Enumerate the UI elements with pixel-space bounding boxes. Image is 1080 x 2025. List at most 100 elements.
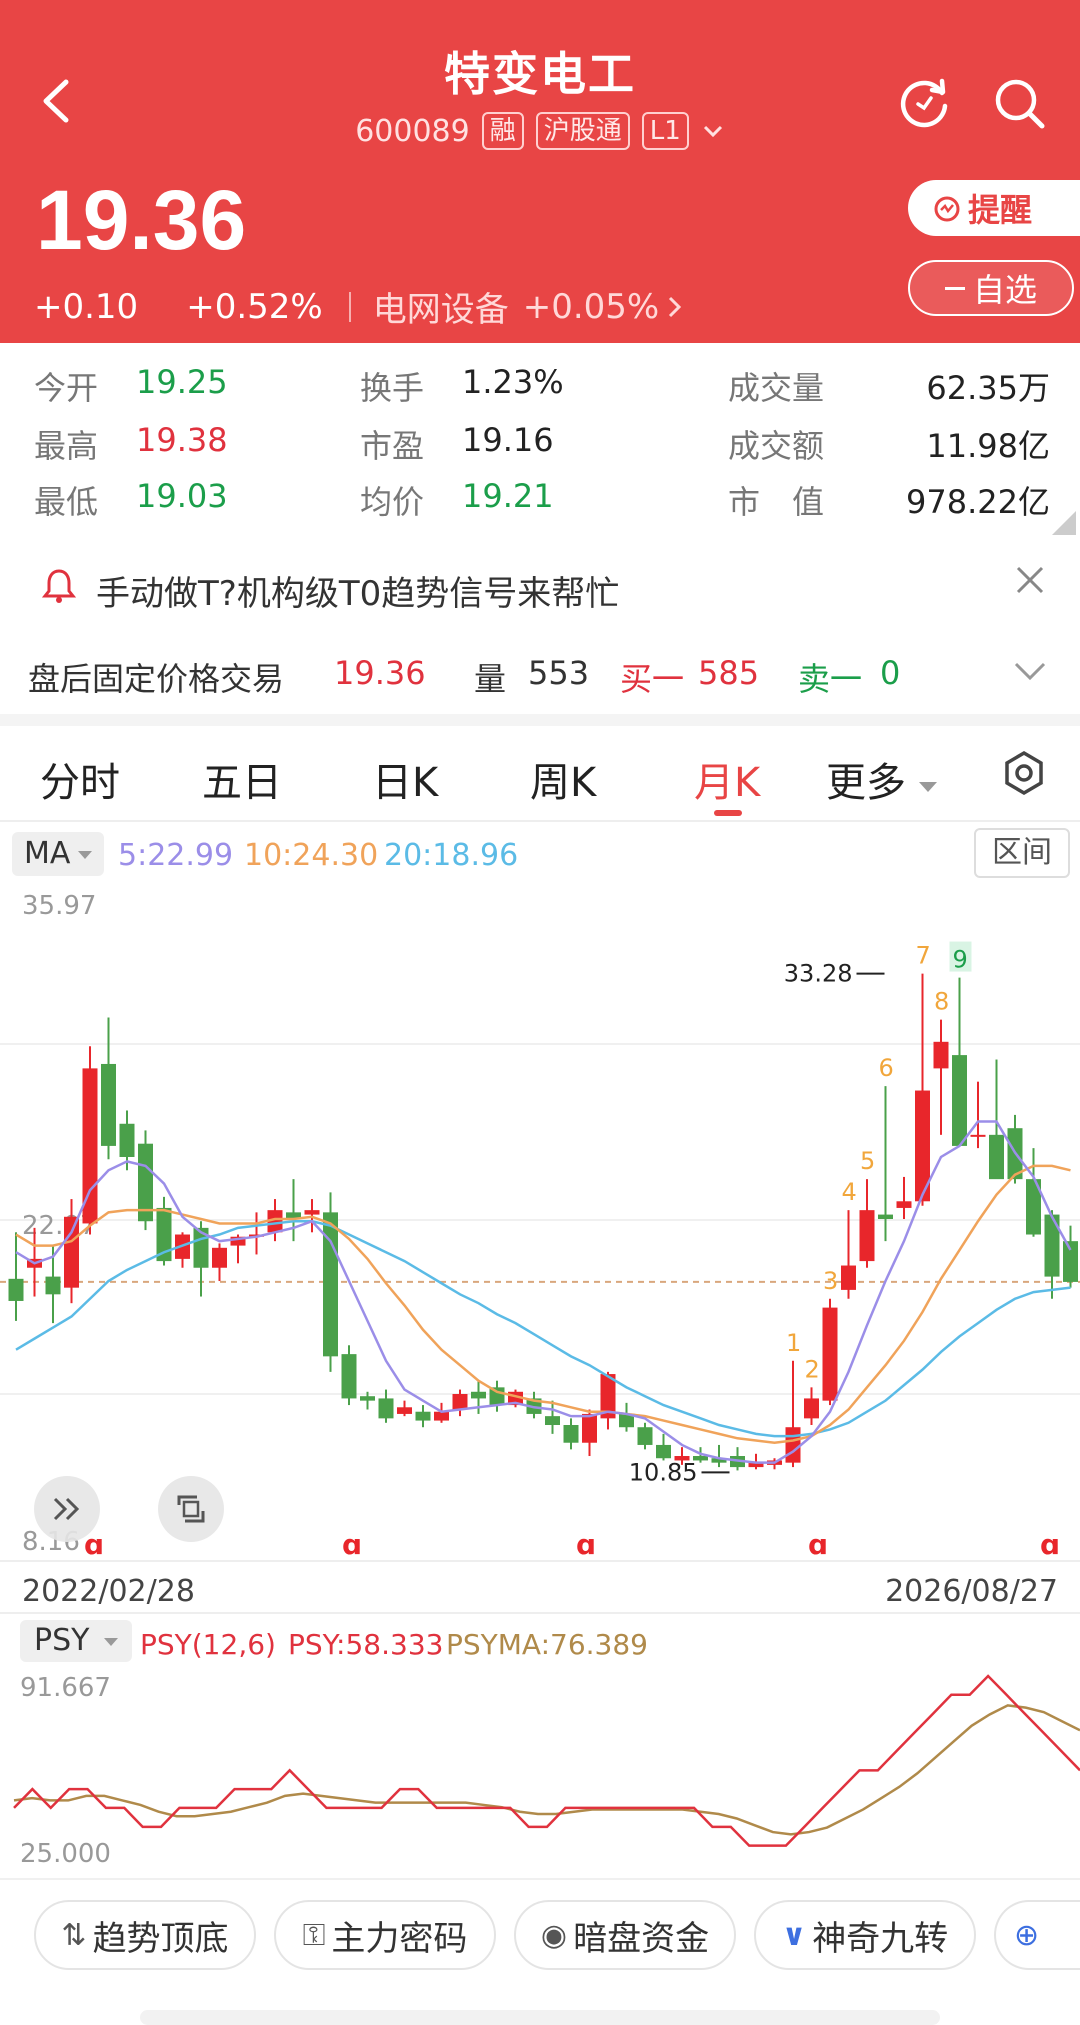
stat-volume: 成交量 62.35万 — [728, 369, 1050, 407]
psy-max-label: 91.667 — [20, 1673, 111, 1703]
nine-turn-label: 3 — [823, 1267, 838, 1295]
candle-body — [119, 1123, 135, 1157]
psy-value: PSY:58.333 — [288, 1628, 444, 1661]
promo-banner[interactable]: 手动做T?机构级T0趋势信号来帮忙 — [0, 542, 1080, 630]
settings-icon[interactable] — [1002, 750, 1046, 796]
candle-body — [212, 1247, 227, 1268]
ma-selector[interactable]: MA — [12, 832, 104, 876]
active-tab-indicator — [714, 810, 742, 816]
trend-top-bottom-button[interactable]: ⇅ 趋势顶底 — [34, 1900, 256, 1970]
candle-body — [859, 1210, 875, 1262]
fullscreen-button[interactable] — [158, 1476, 224, 1542]
expand-panel-button[interactable] — [34, 1476, 100, 1542]
minus-icon — [944, 286, 965, 290]
more-tools-button[interactable]: ⊕ — [994, 1900, 1080, 1970]
tab-monthly-k[interactable]: 月K — [694, 750, 760, 808]
tab-intraday[interactable]: 分时 — [40, 750, 120, 808]
nine-turn-label: 6 — [879, 1054, 894, 1082]
stat-pe: 市盈 19.16 — [360, 421, 554, 465]
candle-body — [434, 1411, 449, 1421]
candle-body — [970, 1134, 986, 1137]
psy-min-label: 25.000 — [20, 1839, 111, 1869]
sector-name[interactable]: 电网设备 — [373, 282, 509, 331]
candle-body — [582, 1413, 597, 1443]
psy-selector[interactable]: PSY — [20, 1620, 132, 1662]
stock-code: 600089 — [355, 113, 470, 149]
fullscreen-icon — [177, 1495, 205, 1523]
year-marker: ɑ — [1040, 1528, 1060, 1560]
after-hours-row[interactable]: 盘后固定价格交易 19.36 量 553 买一 585 卖一 0 — [0, 632, 1080, 714]
tab-five-day[interactable]: 五日 — [202, 750, 282, 808]
ask-label: 卖一 — [798, 660, 863, 698]
after-hours-label: 盘后固定价格交易 — [28, 660, 285, 698]
ma10-value: 10:24.30 — [244, 838, 379, 873]
kline-chart[interactable]: 35.978.1622.0712345678933.2810.85ɑ ɑ ɑ ɑ ɑ — [0, 884, 1080, 1560]
home-indicator — [140, 2010, 940, 2025]
candle-body — [64, 1216, 79, 1288]
double-chevron-right-icon — [53, 1497, 80, 1521]
candle-body — [304, 1210, 320, 1215]
candle-body — [637, 1427, 653, 1445]
alarm-icon — [934, 196, 960, 222]
watchlist-button[interactable]: 自选 — [908, 260, 1074, 316]
low-price-marker: 10.85 — [629, 1458, 698, 1486]
stock-header: 特变电工 600089 融 沪股通 L1 19.36 +0.10 +0.52% … — [0, 0, 1080, 343]
dark-pool-button[interactable]: ◉ 暗盘资金 — [514, 1900, 736, 1970]
nine-turn-label: 9 — [953, 946, 968, 974]
candle-body — [452, 1393, 468, 1410]
up-down-arrows-icon: ⇅ — [61, 1917, 87, 1953]
range-button[interactable]: 区间 — [974, 828, 1070, 878]
chevron-down-icon[interactable] — [1010, 654, 1050, 690]
divider — [348, 291, 351, 322]
high-price-marker: 33.28 — [784, 960, 853, 988]
date-range-row: 2022/02/28 2026/08/27 — [0, 1560, 1080, 1612]
remind-button[interactable]: 提醒 — [908, 180, 1080, 236]
stat-high: 最高 19.38 — [34, 421, 228, 465]
chart-period-tabs: 分时 五日 日K 周K 月K 更多 — [0, 726, 1080, 822]
tab-daily-k[interactable]: 日K — [372, 750, 438, 808]
current-price: 19.36 — [36, 173, 247, 267]
ask-value: 0 — [880, 654, 901, 692]
tab-more[interactable]: 更多 — [826, 750, 940, 808]
candle-body — [101, 1063, 116, 1146]
candle-body — [1063, 1241, 1078, 1282]
close-icon[interactable] — [1012, 562, 1048, 598]
psy-params: PSY(12,6) — [140, 1628, 276, 1661]
refresh-icon[interactable] — [898, 76, 952, 130]
chevron-right-icon[interactable] — [665, 294, 685, 320]
candle-body — [563, 1425, 579, 1443]
quote-stats: 今开 19.25 最高 19.38 最低 19.03 换手 1.23% 市盈 19.16 … — [0, 343, 1080, 538]
watch-label: 自选 — [972, 271, 1037, 309]
trend-label: 趋势顶底 — [92, 1918, 229, 1959]
feature-toolbar: ⇅ 趋势顶底 ⚿ 主力密码 ◉ 暗盘资金 ∨ 神奇九转 ⊕ — [0, 1878, 1080, 1988]
psy-chart[interactable]: 91.667 25.000 — [0, 1666, 1080, 1876]
nine-turn-button[interactable]: ∨ 神奇九转 — [754, 1900, 976, 1970]
candle-body — [933, 1041, 949, 1069]
candle-body — [378, 1398, 394, 1419]
after-hours-price: 19.36 — [334, 654, 426, 692]
level-tag[interactable]: L1 — [641, 112, 689, 150]
start-date: 2022/02/28 — [22, 1574, 195, 1609]
nine-turn-label: 8 — [934, 988, 949, 1016]
ma5-line — [15, 1120, 1072, 1464]
chevron-down-icon[interactable] — [701, 121, 725, 141]
nine-turn-label: 5 — [860, 1147, 875, 1175]
stat-market-cap: 市 值 978.22亿 — [728, 483, 1050, 521]
stat-amount: 成交额 11.98亿 — [728, 427, 1050, 465]
candle-body — [415, 1411, 431, 1421]
psyma-value: PSYMA:76.389 — [446, 1628, 648, 1661]
candle-body — [822, 1307, 838, 1401]
stat-avg: 均价 19.21 — [360, 477, 554, 521]
nine-turn-label: 2 — [805, 1355, 820, 1383]
expand-corner-icon[interactable] — [1052, 511, 1076, 535]
key-icon: ⚿ — [302, 1917, 326, 1953]
year-marker: ɑ — [576, 1528, 596, 1560]
tab-weekly-k[interactable]: 周K — [530, 750, 596, 808]
ma-indicator-bar: MA 5:22.99 10:24.30 20:18.96 — [0, 824, 1080, 884]
sector-change[interactable]: +0.05% — [523, 287, 660, 327]
main-fund-button[interactable]: ⚿ 主力密码 — [274, 1900, 496, 1970]
ma20-value: 20:18.96 — [384, 838, 519, 873]
search-icon[interactable] — [992, 76, 1046, 130]
candle-body — [952, 1055, 967, 1146]
stat-open: 今开 19.25 — [34, 363, 228, 407]
